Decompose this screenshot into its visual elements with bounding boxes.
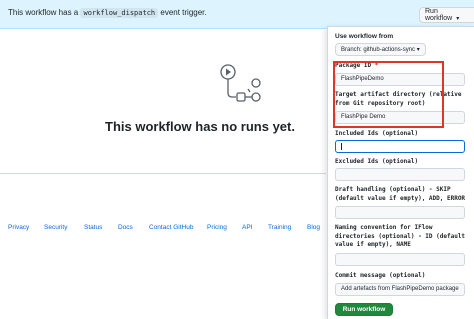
annotation-highlight-box [333, 61, 444, 128]
included-ids-input[interactable] [335, 140, 465, 153]
footer-link-security[interactable]: Security [44, 224, 67, 231]
footer-link-blog[interactable]: Blog [307, 224, 320, 231]
field-label-included-ids: Included Ids (optional) [335, 130, 419, 137]
use-workflow-from-label: Use workflow from [335, 33, 394, 40]
banner-message: This workflow has a workflow_dispatch ev… [8, 8, 207, 18]
workflow-icon [220, 64, 261, 102]
commit-message-input[interactable]: Add artefacts from FlashPipeDemo package [335, 283, 465, 296]
footer-link-docs[interactable]: Docs [118, 224, 133, 231]
chevron-down-icon: ▾ [456, 16, 460, 22]
banner-text-after: event trigger. [160, 8, 207, 17]
naming-convention-input[interactable] [335, 253, 465, 266]
draft-handling-input[interactable] [335, 206, 465, 219]
footer-link-status[interactable]: Status [84, 224, 102, 231]
field-label-naming-convention: Naming convention for IFlow directories … [335, 224, 466, 248]
run-workflow-dropdown-button[interactable]: Run workflow ▾ [419, 7, 474, 23]
footer-link-privacy[interactable]: Privacy [8, 224, 29, 231]
chevron-down-icon: ▾ [416, 47, 420, 53]
footer-link-pricing[interactable]: Pricing [207, 224, 227, 231]
workflow-dispatch-banner: This workflow has a workflow_dispatch ev… [0, 0, 474, 29]
excluded-ids-input[interactable] [335, 168, 465, 181]
field-label-excluded-ids: Excluded Ids (optional) [335, 158, 419, 165]
field-label-commit-message: Commit message (optional) [335, 272, 426, 279]
banner-text-before: This workflow has a [8, 8, 79, 17]
footer-link-training[interactable]: Training [268, 224, 291, 231]
footer-link-api[interactable]: API [242, 224, 252, 231]
footer-divider [0, 173, 326, 174]
field-label-draft-handling: Draft handling (optional) - SKIP (defaul… [335, 186, 466, 202]
footer-links: Privacy Security Status Docs Contact Git… [0, 224, 330, 236]
footer-link-contact[interactable]: Contact GitHub [149, 224, 193, 231]
run-workflow-button[interactable]: Run workflow [335, 303, 393, 316]
banner-code: workflow_dispatch [80, 8, 159, 18]
branch-select[interactable]: Branch: github-actions-sync ▾ [335, 43, 426, 56]
branch-label: Branch: github-actions-sync [341, 47, 416, 53]
run-workflow-label: Run workflow [425, 8, 453, 22]
